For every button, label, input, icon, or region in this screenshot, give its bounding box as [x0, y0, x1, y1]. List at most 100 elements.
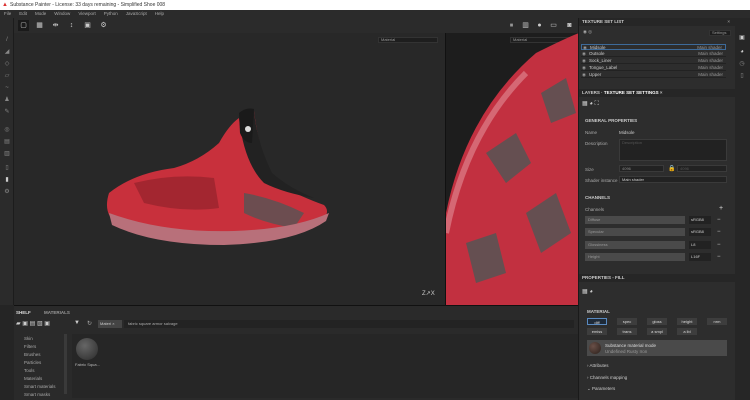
settings-icon[interactable]: ⚙: [98, 20, 109, 31]
shelf-category-skin[interactable]: Skin: [24, 336, 33, 341]
smudge-icon[interactable]: ~: [3, 84, 11, 92]
tss-toolbar-icons[interactable]: ▦ ◕ ⛶: [582, 100, 599, 108]
tab-shelf[interactable]: SHELF: [16, 310, 31, 315]
asset-grid: Fabric Squa...: [72, 334, 578, 398]
viewport-3d[interactable]: Material Z↗X: [14, 33, 445, 305]
clone-icon[interactable]: ♟: [3, 96, 11, 104]
shelf-search-input[interactable]: fabric square armor salvage: [124, 320, 574, 328]
visibility-icon[interactable]: ◉ ◎: [583, 29, 592, 35]
filter-icon[interactable]: ▼: [74, 320, 80, 326]
material-emiss-button[interactable]: emiss: [587, 328, 607, 335]
menu-mode[interactable]: Mode: [35, 10, 46, 18]
tab-materials[interactable]: MATERIALS: [44, 310, 70, 315]
projection-icon[interactable]: ◇: [3, 60, 11, 68]
menu-file[interactable]: File: [4, 10, 11, 18]
menu-window[interactable]: Window: [54, 10, 70, 18]
channel-format-select[interactable]: L8: [689, 241, 711, 249]
gear-icon[interactable]: ⚙: [3, 188, 11, 196]
history-icon[interactable]: ▥: [3, 150, 11, 158]
shelf-category-filters[interactable]: Filters: [24, 344, 36, 349]
bake-icon[interactable]: ◎: [3, 126, 11, 134]
tab-layers[interactable]: LAYERS: [582, 90, 600, 95]
texture-set-upper[interactable]: ◉ Upper Main shader: [581, 72, 726, 78]
material-slot[interactable]: Substance material mode Undefined Rusty …: [587, 340, 727, 356]
layers-icon[interactable]: ▤: [3, 138, 11, 146]
frame-icon[interactable]: ▣: [82, 20, 93, 31]
texture-set-tongue-label[interactable]: ◉ Tongue_Label Main shader: [581, 65, 726, 71]
display-icon[interactable]: ▭: [548, 20, 559, 31]
menu-javascript[interactable]: JavaScript: [126, 10, 147, 18]
display-settings-icon[interactable]: ◕: [738, 48, 746, 56]
material-spec-button[interactable]: spec: [617, 318, 637, 325]
add-channel-icon[interactable]: +: [719, 205, 723, 212]
section-attributes[interactable]: › Attributes: [587, 363, 609, 368]
menu-python[interactable]: Python: [104, 10, 118, 18]
texture-set-outsole[interactable]: ◉ Outsole Main shader: [581, 51, 726, 57]
eraser-icon[interactable]: ◢: [3, 48, 11, 56]
general-properties-heading: GENERAL PROPERTIES: [585, 118, 638, 123]
material-diff-button[interactable]: diff: [587, 318, 607, 325]
channel-height: Height: [585, 253, 685, 261]
tab-texture-set-settings[interactable]: TEXTURE SET SETTINGS: [604, 90, 659, 95]
single-view-icon[interactable]: ▢: [18, 20, 29, 31]
channel-format-select[interactable]: sRGB8: [689, 228, 711, 236]
camera-icon[interactable]: ●: [534, 20, 545, 31]
section-channels-mapping[interactable]: › Channels mapping: [587, 375, 627, 380]
description-label: Description: [585, 141, 608, 146]
channel-format-select[interactable]: sRGB8: [689, 216, 711, 224]
shelf-category-materials[interactable]: Materials: [24, 376, 42, 381]
log-icon[interactable]: ▯: [3, 164, 11, 172]
refresh-icon[interactable]: ↻: [87, 320, 92, 327]
channel-format-select[interactable]: L16F: [689, 253, 711, 261]
description-input[interactable]: Description: [619, 139, 727, 161]
polygon-fill-icon[interactable]: ▱: [3, 72, 11, 80]
info-icon[interactable]: ▯: [738, 72, 746, 80]
menu-help[interactable]: Help: [155, 10, 164, 18]
document-icon[interactable]: ▮: [3, 176, 11, 184]
picker-icon[interactable]: ✎: [3, 108, 11, 116]
name-label: Name: [585, 130, 598, 135]
lock-icon[interactable]: 🔒: [668, 165, 675, 172]
render-icon[interactable]: ▥: [520, 20, 531, 31]
shader-instance-select[interactable]: Main shader: [619, 176, 727, 183]
material-gloss-button[interactable]: gloss: [647, 318, 667, 325]
asset-thumbnail[interactable]: [76, 338, 98, 360]
shelf-category-particles[interactable]: Particles: [24, 360, 41, 365]
material-asmpl-button[interactable]: a smpl: [647, 328, 667, 335]
align-icon[interactable]: ↕: [66, 20, 77, 31]
menu-edit[interactable]: Edit: [19, 10, 27, 18]
pause-icon[interactable]: ⏸: [506, 20, 517, 31]
remove-channel-icon[interactable]: −: [717, 241, 721, 249]
material-trans-button[interactable]: trans: [617, 328, 637, 335]
filter-chip[interactable]: Materi ×: [98, 320, 122, 328]
shelf-toolbar-icons[interactable]: ▰ ▣ ▤ ▧ ▣: [16, 320, 50, 327]
menu-bar: File Edit Mode Window Viewport Python Ja…: [0, 10, 750, 18]
size-select[interactable]: 4096: [619, 165, 664, 172]
remove-channel-icon[interactable]: −: [717, 216, 721, 224]
shelf-category-tools[interactable]: Tools: [24, 368, 35, 373]
clock-icon[interactable]: ◷: [738, 60, 746, 68]
shelf-category-smart-materials[interactable]: Smart materials: [24, 384, 56, 389]
texture-set-sock-liner[interactable]: ◉ Sock_Liner Main shader: [581, 58, 726, 64]
shelf-category-smart-masks[interactable]: Smart masks: [24, 392, 50, 397]
category-scrollbar[interactable]: [64, 334, 67, 394]
properties-fill-header: PROPERTIES - FILL: [579, 274, 736, 282]
viewport-2d[interactable]: Material: [445, 33, 578, 305]
settings-dropdown[interactable]: Settings: [709, 30, 731, 36]
paint-brush-icon[interactable]: /: [3, 36, 11, 44]
properties-toolbar-icons[interactable]: ▦ ◕: [582, 288, 593, 295]
material-height-button[interactable]: height: [677, 318, 697, 325]
material-nrm-button[interactable]: nrm: [707, 318, 727, 325]
symmetry-icon[interactable]: ⇹: [50, 20, 61, 31]
remove-channel-icon[interactable]: −: [717, 228, 721, 236]
texture-set-icon[interactable]: ▣: [738, 34, 746, 42]
material-albl-button[interactable]: a lbl: [677, 328, 697, 335]
texture-set-midsole[interactable]: ◉ Midsole Main shader: [581, 44, 726, 50]
remove-channel-icon[interactable]: −: [717, 253, 721, 261]
menu-viewport[interactable]: Viewport: [78, 10, 95, 18]
section-parameters[interactable]: ⌄ Parameters: [587, 386, 615, 392]
shelf-category-brushes[interactable]: Brushes: [24, 352, 41, 357]
split-view-icon[interactable]: ▦: [34, 20, 45, 31]
close-icon[interactable]: ×: [727, 18, 730, 26]
screenshot-icon[interactable]: ◙: [564, 20, 575, 31]
